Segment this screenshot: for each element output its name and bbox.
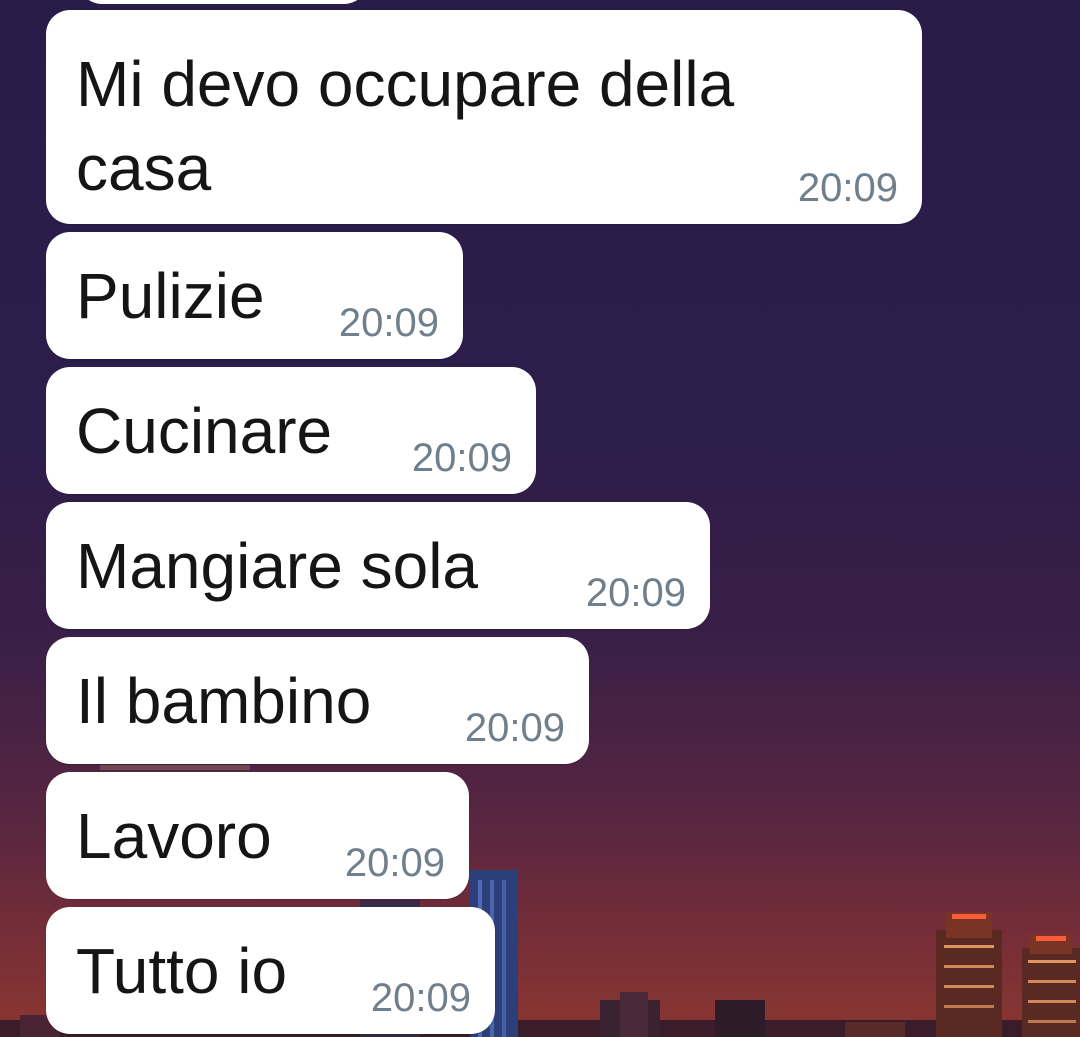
message-timestamp: 20:09 (797, 166, 898, 210)
message-text: Pulizie (76, 260, 265, 332)
chat-message-list[interactable]: Mi devo occupare della casa 20:09 Pulizi… (0, 0, 1080, 1037)
message-bubble[interactable]: Tutto io 20:09 (46, 907, 495, 1034)
message-timestamp: 20:09 (585, 571, 686, 615)
message-bubble[interactable]: Cucinare 20:09 (46, 367, 536, 494)
message-bubble[interactable]: Mangiare sola 20:09 (46, 502, 710, 629)
message-text: Cucinare (76, 395, 333, 467)
message-text: Mi devo occupare della casa (76, 48, 735, 204)
message-text: Il bambino (76, 665, 372, 737)
message-bubble[interactable]: Pulizie 20:09 (46, 232, 463, 359)
message-bubble[interactable]: Lavoro 20:09 (46, 772, 469, 899)
message-timestamp: 20:09 (338, 301, 439, 345)
message-timestamp: 20:09 (370, 976, 471, 1020)
message-bubble[interactable]: Il bambino 20:09 (46, 637, 589, 764)
message-text: Mangiare sola (76, 530, 478, 602)
message-timestamp: 20:09 (464, 706, 565, 750)
message-timestamp: 20:09 (344, 841, 445, 885)
message-text: Lavoro (76, 800, 272, 872)
previous-message-bubble[interactable] (78, 0, 368, 4)
message-text: Tutto io (76, 935, 288, 1007)
message-timestamp: 20:09 (411, 436, 512, 480)
message-bubble[interactable]: Mi devo occupare della casa 20:09 (46, 10, 922, 224)
